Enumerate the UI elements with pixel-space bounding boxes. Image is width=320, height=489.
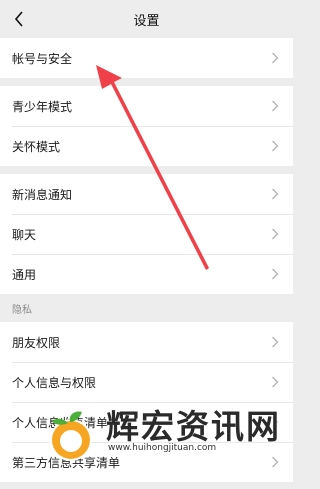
back-chevron-icon[interactable] [8,8,30,30]
settings-item-account-security[interactable]: 帐号与安全 [0,38,293,78]
chevron-right-icon [272,188,279,200]
settings-group-general: 新消息通知 聊天 通用 [0,174,293,294]
nav-bar: 设置 [0,0,293,38]
chevron-right-icon [272,228,279,240]
settings-item-label: 个人信息与权限 [12,375,97,390]
settings-item-label: 关怀模式 [12,139,61,154]
watermark-logo-icon [50,411,92,461]
settings-item-label: 青少年模式 [12,99,73,114]
chevron-right-icon [272,100,279,112]
settings-item-general[interactable]: 通用 [0,254,293,294]
chevron-right-icon [272,268,279,280]
settings-group-modes: 青少年模式 关怀模式 [0,86,293,166]
chevron-right-icon [272,376,279,388]
page-title: 设置 [133,13,160,29]
settings-item-teen-mode[interactable]: 青少年模式 [0,86,293,126]
watermark: 辉宏资讯网 www.huihongjituan.com [44,400,293,478]
settings-item-notifications[interactable]: 新消息通知 [0,174,293,214]
settings-item-label: 通用 [12,267,37,282]
chevron-right-icon [272,336,279,348]
settings-item-label: 新消息通知 [12,187,73,202]
settings-group-account: 帐号与安全 [0,38,293,78]
section-gap [0,166,293,174]
settings-item-care-mode[interactable]: 关怀模式 [0,126,293,166]
settings-item-label: 帐号与安全 [12,51,73,66]
settings-item-label: 聊天 [12,227,37,242]
settings-item-personal-info-permissions[interactable]: 个人信息与权限 [0,362,293,402]
section-header-privacy: 隐私 [0,294,293,322]
settings-item-friend-permissions[interactable]: 朋友权限 [0,322,293,362]
settings-item-chat[interactable]: 聊天 [0,214,293,254]
section-gap [0,78,293,86]
chevron-right-icon [272,140,279,152]
watermark-url: www.huihongjituan.com [108,443,217,453]
chevron-right-icon [272,52,279,64]
watermark-text: 辉宏资讯网 [106,407,281,446]
settings-item-label: 朋友权限 [12,335,61,350]
